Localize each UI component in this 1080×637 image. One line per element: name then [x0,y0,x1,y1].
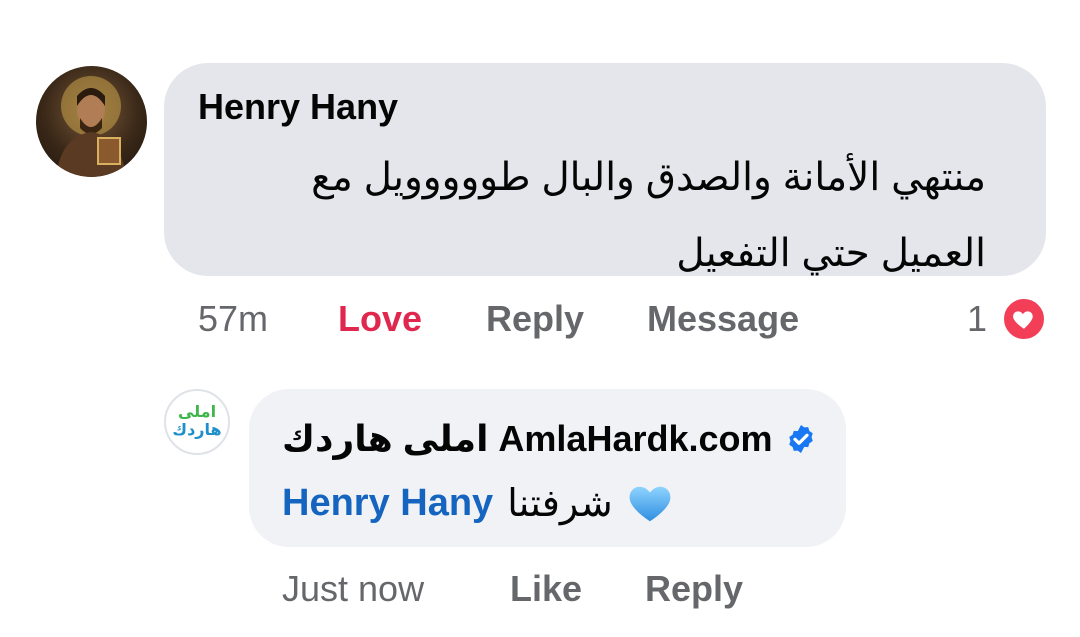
logo-text-line1: املى [177,404,217,421]
message-button[interactable]: Message [647,298,799,340]
reply-timestamp[interactable]: Just now [282,568,424,610]
avatar-image [56,76,126,177]
reply-author[interactable]: املى هاردك AmlaHardk.com [282,418,773,460]
comment-timestamp[interactable]: 57m [198,298,268,340]
heart-icon[interactable] [1001,296,1047,342]
reply-author-row: املى هاردك AmlaHardk.com [282,418,817,460]
mention-link[interactable]: Henry Hany [282,482,493,525]
verified-badge-icon [788,425,813,453]
love-button[interactable]: Love [338,298,422,340]
reply-reply-button[interactable]: Reply [645,568,743,610]
avatar[interactable] [36,66,147,177]
logo-text-line2: هاردك [172,422,222,439]
comment-author[interactable]: Henry Hany [198,86,398,128]
page-logo-avatar[interactable]: املى هاردك [164,389,230,455]
reply-button[interactable]: Reply [486,298,584,340]
reply-text-row: Henry Hany شرفتنا [282,480,673,526]
reaction-count[interactable]: 1 [967,298,987,340]
like-button[interactable]: Like [510,568,582,610]
reply-text: شرفتنا [507,482,613,525]
comment-text: منتهي الأمانة والصدق والبال طووووويل مع … [311,156,986,275]
blue-heart-icon [629,486,671,522]
